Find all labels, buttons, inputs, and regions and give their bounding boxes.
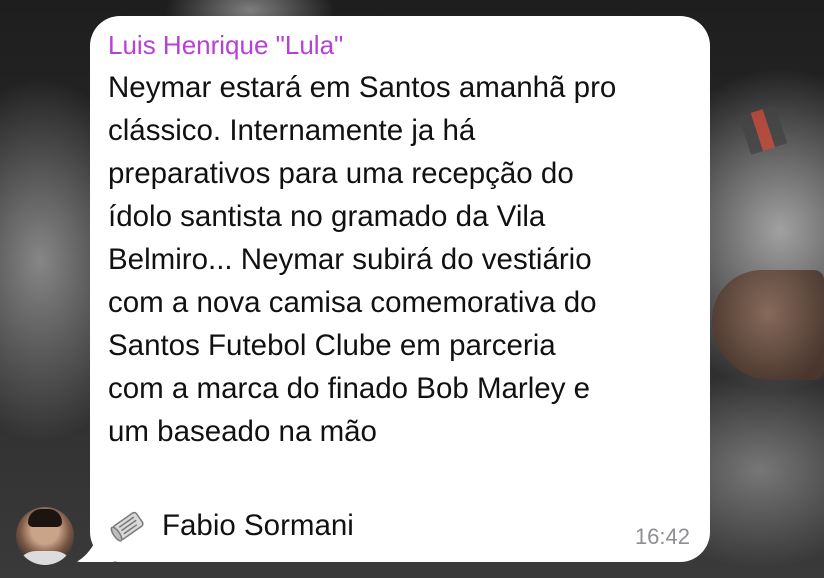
message-line: Santos Futebol Clube em parceria: [108, 329, 556, 362]
background-photo-detail: [712, 270, 824, 380]
message-line: com a marca do finado Bob Marley e: [108, 372, 591, 405]
newspaper-roll-icon: [110, 511, 144, 542]
message-line: um baseado na mão: [108, 415, 377, 448]
message-line: ídolo santista no gramado da Vila: [108, 200, 546, 233]
message-line: Neymar estará em Santos amanhã pro: [108, 71, 617, 104]
avatar-hair: [28, 509, 62, 527]
message-timestamp: 16:42: [634, 524, 690, 549]
message-bubble[interactable]: Luis Henrique "Lula" Neymar estará em Sa…: [90, 16, 710, 562]
avatar-shirt: [16, 551, 74, 565]
message-line: Belmiro... Neymar subirá do vestiário: [108, 243, 592, 276]
signature-name: Fabio Sormani: [162, 509, 354, 542]
signature-row: Fabio Sormani: [108, 504, 354, 548]
message-text[interactable]: Neymar estará em Santos amanhã pro cláss…: [108, 66, 698, 453]
message-line: preparativos para uma recepção do: [108, 157, 574, 190]
sender-avatar[interactable]: [16, 507, 74, 565]
background-photo-detail: [738, 105, 788, 155]
message-line: clássico. Internamente ja há: [108, 114, 476, 147]
sender-name[interactable]: Luis Henrique "Lula": [108, 30, 690, 60]
message-line: com a nova camisa comemorativa do: [108, 286, 597, 319]
